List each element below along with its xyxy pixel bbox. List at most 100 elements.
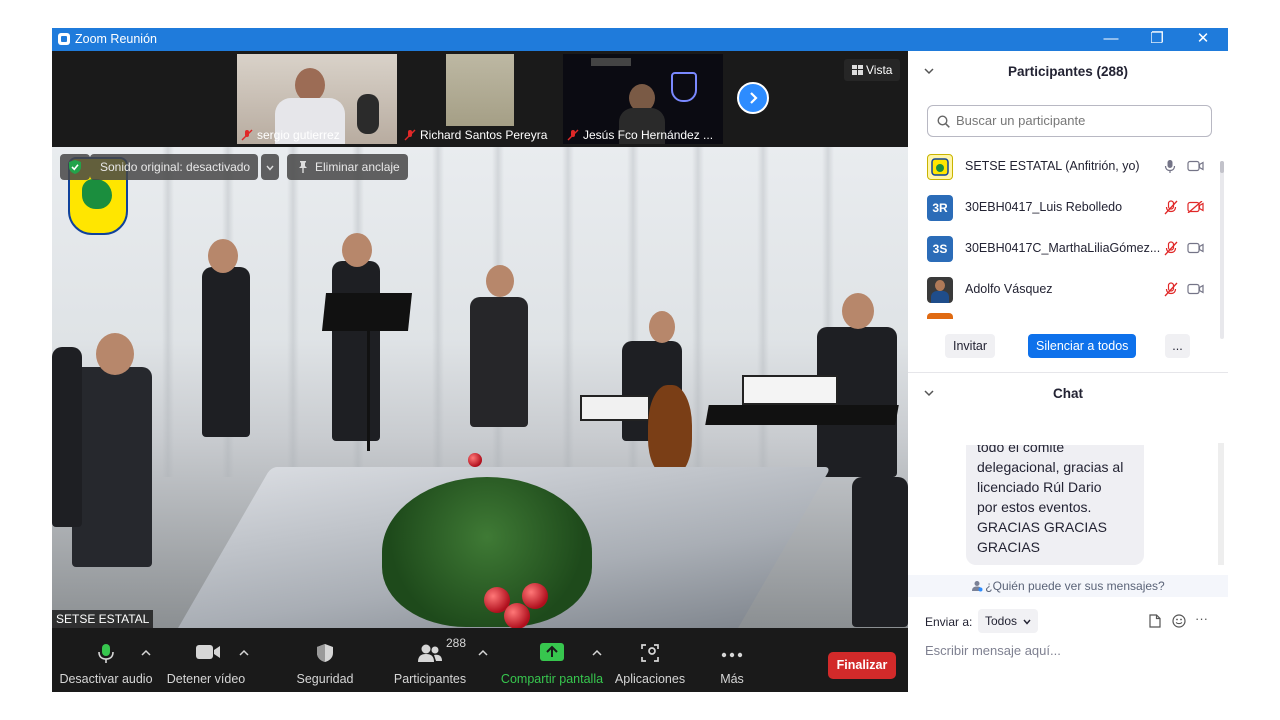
video-thumbnail[interactable]: Richard Santos Pereyra (400, 54, 560, 144)
shield-check-icon (69, 160, 81, 174)
collapse-chat-icon[interactable] (924, 389, 934, 397)
participant-row[interactable]: 3S 30EBH0417C_MarthaLiliaGómez... (908, 229, 1220, 269)
participant-row[interactable]: 3R 30EBH0417_Luis Rebolledo (908, 188, 1220, 228)
video-camera-icon[interactable] (1187, 283, 1204, 295)
participants-options-caret[interactable] (478, 648, 488, 658)
message-visibility-label: ¿Quién puede ver sus mensajes? (985, 579, 1165, 593)
video-camera-icon (196, 645, 220, 659)
title-bar: Zoom Reunión — ❐ ✕ (52, 28, 1228, 51)
audio-options-caret[interactable] (141, 648, 151, 658)
cello (648, 385, 692, 475)
meeting-toolbar: Desactivar audio Detener vídeo Seguridad… (52, 628, 908, 692)
view-label: Vista (866, 63, 893, 77)
chat-message-input[interactable]: Escribir mensaje aquí... (925, 643, 1061, 658)
next-page-button[interactable] (737, 82, 769, 114)
security-button[interactable]: Seguridad (284, 628, 366, 692)
apps-button[interactable]: Aplicaciones (612, 628, 688, 692)
muted-mic-icon[interactable] (1164, 241, 1178, 256)
person-icon (972, 581, 983, 592)
side-panel: Participantes (288) Buscar un participan… (908, 51, 1228, 692)
video-options-caret[interactable] (239, 648, 249, 658)
active-speaker-name: SETSE ESTATAL (52, 610, 154, 628)
invite-button[interactable]: Invitar (945, 334, 996, 358)
share-screen-icon (540, 643, 564, 661)
end-meeting-button[interactable]: Finalizar (828, 652, 896, 679)
chat-messages: todo el comité delegacional, gracias al … (908, 445, 1228, 572)
participant-name: 30EBH0417C_MarthaLiliaGómez... (965, 241, 1161, 255)
chat-scrollbar[interactable] (1218, 443, 1224, 565)
view-button[interactable]: Vista (844, 59, 901, 81)
original-sound-button[interactable]: Sonido original: desactivado (90, 154, 259, 180)
photo-avatar (927, 277, 953, 303)
unpin-button[interactable]: Eliminar anclaje (287, 154, 408, 180)
chat-message-line: GRACIAS (977, 539, 1041, 555)
send-to-label: Enviar a: (925, 615, 973, 629)
security-label: Seguridad (296, 672, 354, 686)
keyboard (705, 405, 899, 425)
chevron-down-icon (266, 165, 274, 171)
collapse-participants-icon[interactable] (924, 67, 934, 75)
chat-header: Chat (908, 373, 1228, 415)
emoji-icon[interactable] (1172, 614, 1186, 628)
initials-avatar: 3R (927, 195, 953, 221)
microphone-icon[interactable] (1164, 159, 1176, 174)
chat-message-line: delegacional, gracias al (977, 459, 1124, 475)
restore-button[interactable]: ❐ (1134, 28, 1180, 51)
share-options-caret[interactable] (592, 648, 602, 658)
main-video[interactable]: Sonido original: desactivado Eliminar an… (52, 147, 908, 628)
original-sound-dropdown[interactable] (261, 154, 279, 180)
gallery-strip: sergio gutierrez Richard Santos Pereyra … (52, 51, 908, 147)
chat-message-line: GRACIAS GRACIAS (977, 519, 1107, 535)
muted-mic-icon[interactable] (1164, 200, 1178, 215)
apps-icon (641, 644, 659, 662)
muted-mic-icon[interactable] (1164, 282, 1178, 297)
participant-name: sergio gutierrez (257, 128, 340, 142)
file-icon[interactable] (1149, 614, 1161, 628)
chat-message-line: por estos eventos. (977, 499, 1092, 515)
encryption-badge[interactable] (60, 154, 90, 180)
share-screen-button[interactable]: Compartir pantalla (500, 628, 604, 692)
chat-message-line: todo el comité (977, 445, 1065, 455)
more-label: Más (720, 672, 744, 686)
video-camera-icon[interactable] (1187, 160, 1204, 172)
video-off-icon[interactable] (1187, 201, 1204, 213)
microphone-icon (98, 644, 114, 663)
close-button[interactable]: ✕ (1180, 28, 1226, 51)
grid-icon (852, 65, 863, 75)
chat-more-button[interactable]: ··· (1195, 611, 1208, 626)
video-camera-icon[interactable] (1187, 242, 1204, 254)
participant-name: Adolfo Vásquez (965, 282, 1053, 296)
participants-title: Participantes (288) (1007, 64, 1129, 79)
chat-message-bubble: todo el comité delegacional, gracias al … (966, 445, 1144, 565)
participants-more-button[interactable]: ... (1165, 334, 1190, 358)
unpin-label: Eliminar anclaje (315, 160, 400, 174)
stop-video-label: Detener vídeo (166, 672, 246, 686)
minimize-button[interactable]: — (1088, 28, 1134, 51)
meeting-stage: sergio gutierrez Richard Santos Pereyra … (52, 51, 908, 692)
mute-audio-button[interactable]: Desactivar audio (58, 628, 154, 692)
partial-avatar (927, 313, 953, 319)
participant-row[interactable]: Adolfo Vásquez (908, 270, 1220, 310)
stop-video-button[interactable]: Detener vídeo (162, 628, 250, 692)
chevron-right-icon (750, 92, 758, 104)
zoom-window: Zoom Reunión — ❐ ✕ sergio gutierrez Rich… (52, 28, 1228, 692)
search-icon (937, 115, 950, 128)
participant-row[interactable]: SETSE ESTATAL (Anfitrión, yo) (908, 147, 1220, 187)
video-thumbnail[interactable]: Jesús Fco Hernández ... (563, 54, 723, 144)
initials-avatar: 3S (927, 236, 953, 262)
participant-list: SETSE ESTATAL (Anfitrión, yo) 3R 30EBH04… (908, 147, 1228, 319)
video-thumbnail[interactable]: sergio gutierrez (237, 54, 397, 144)
mute-all-button[interactable]: Silenciar a todos (1028, 334, 1137, 358)
chat-message-line: licenciado Rúl Dario (977, 479, 1102, 495)
send-to-dropdown[interactable]: Todos (978, 609, 1039, 633)
mute-audio-label: Desactivar audio (59, 672, 153, 686)
participants-scrollbar[interactable] (1220, 161, 1224, 339)
more-button[interactable]: Más (702, 628, 762, 692)
message-visibility-link[interactable]: ¿Quién puede ver sus mensajes? (908, 575, 1228, 597)
pin-icon (299, 161, 307, 173)
participant-name: SETSE ESTATAL (Anfitrión, yo) (965, 159, 1140, 173)
more-icon (721, 652, 743, 658)
participant-search-input[interactable]: Buscar un participante (927, 105, 1212, 137)
zoom-app-icon (58, 33, 70, 45)
search-placeholder: Buscar un participante (956, 113, 1086, 128)
